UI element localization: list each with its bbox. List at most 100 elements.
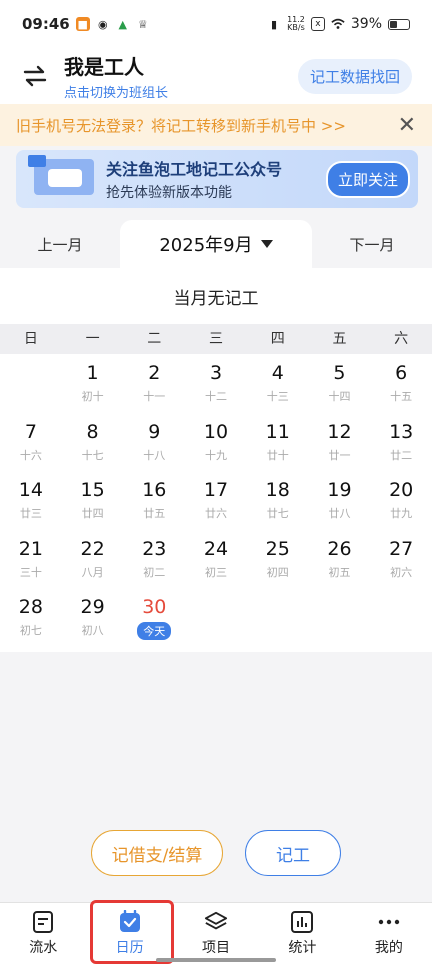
- net-speed: 11.2 KB/s: [287, 15, 305, 32]
- calendar-day[interactable]: 21 三十: [0, 536, 62, 589]
- tab-statistics[interactable]: 统计: [259, 903, 345, 964]
- tab-label: 日历: [115, 940, 144, 956]
- calendar-day[interactable]: 26 初五: [309, 536, 371, 589]
- lunar-date: 十二: [205, 390, 228, 403]
- lunar-date: 初六: [390, 565, 413, 579]
- calendar-day[interactable]: 13 廿二: [370, 419, 432, 472]
- calendar-day[interactable]: 4 十三: [247, 360, 309, 413]
- follow-now-button[interactable]: 立即关注: [325, 160, 410, 198]
- calendar-day[interactable]: 14 廿三: [0, 477, 62, 530]
- calendar-day[interactable]: 9 十八: [123, 419, 185, 472]
- calendar-day-today[interactable]: 30 今天: [123, 594, 185, 647]
- month-picker[interactable]: 2025年9月: [120, 220, 312, 268]
- day-number: 6: [395, 362, 408, 384]
- current-month: 2025年9月: [159, 235, 253, 256]
- calendar-day[interactable]: 27 初六: [370, 536, 432, 589]
- layers-icon: [204, 910, 228, 934]
- calendar-day[interactable]: 24 初三: [185, 536, 247, 589]
- calendar-day[interactable]: 25 初四: [247, 536, 309, 589]
- day-number: 7: [24, 420, 37, 443]
- weekday-thu: 四: [270, 331, 285, 347]
- calendar-day[interactable]: 11 廿十: [247, 419, 309, 472]
- day-number: 11: [265, 420, 290, 443]
- tab-projects[interactable]: 项目: [173, 903, 259, 964]
- tab-label: 统计: [288, 940, 317, 956]
- today-badge: 今天: [137, 622, 172, 641]
- data-recovery-button[interactable]: 记工数据找回: [297, 58, 412, 94]
- lunar-date: 廿一: [328, 448, 351, 462]
- calendar-day[interactable]: 5 十四: [309, 360, 371, 413]
- calendar-day[interactable]: 29 初八: [62, 594, 124, 647]
- calendar-day[interactable]: 20 廿九: [370, 477, 432, 530]
- banner-title: 关注鱼泡工地记工公众号: [106, 160, 283, 179]
- close-icon[interactable]: ✕: [398, 113, 416, 138]
- lunar-date: 初七: [19, 624, 42, 638]
- day-number: 24: [203, 537, 229, 560]
- calendar-day[interactable]: 2 十一: [123, 360, 185, 413]
- lunar-date: 十一: [143, 390, 166, 403]
- calendar-day[interactable]: 22 八月: [62, 536, 124, 589]
- prev-month-button[interactable]: 上一月: [0, 234, 120, 255]
- calendar-day[interactable]: 8 十七: [62, 419, 124, 472]
- day-number: 29: [80, 596, 105, 619]
- calendar-day[interactable]: 3 十二: [185, 360, 247, 413]
- lunar-date: 廿二: [390, 448, 413, 462]
- day-number: 10: [203, 420, 229, 443]
- calendar-day[interactable]: 17 廿六: [185, 477, 247, 530]
- lunar-date: 廿四: [81, 507, 104, 521]
- day-number: 20: [389, 479, 414, 502]
- switch-role-link[interactable]: 点击切换为班组长: [64, 82, 168, 101]
- wifi-icon: [331, 17, 345, 31]
- switch-role-icon[interactable]: [20, 61, 50, 91]
- app-notification-icon: ■: [75, 17, 90, 31]
- role-title: 我是工人: [64, 55, 144, 79]
- calendar-week-row: 21 三十 22 八月 23 初二 24 初三 25 初四 26 初五 27 初六: [0, 530, 432, 589]
- calendar-day[interactable]: 28 初七: [0, 594, 62, 647]
- home-indicator[interactable]: [156, 958, 276, 962]
- tab-flow[interactable]: 流水: [0, 903, 86, 964]
- tab-mine[interactable]: 我的: [346, 903, 432, 964]
- wechat-icon: ◉: [97, 17, 108, 31]
- calendar-empty-cell: [0, 360, 62, 413]
- calendar-day[interactable]: 15 廿四: [62, 477, 124, 530]
- role-switcher[interactable]: 我是工人 点击切换为班组长: [64, 51, 168, 101]
- calendar-day[interactable]: 12 廿一: [309, 419, 371, 472]
- lunar-date: 廿三: [19, 507, 42, 521]
- vibrate-icon: ▮: [271, 17, 278, 31]
- calendar-day[interactable]: 16 廿五: [123, 477, 185, 530]
- follow-banner[interactable]: 关注鱼泡工地记工公众号 抢先体验新版本功能 立即关注: [16, 150, 418, 208]
- day-number: 4: [271, 362, 284, 384]
- record-work-button[interactable]: 记工: [245, 830, 341, 876]
- lunar-date: 十八: [143, 448, 166, 462]
- lunar-date: 十四: [328, 390, 351, 403]
- next-month-button[interactable]: 下一月: [312, 234, 432, 255]
- calendar-day[interactable]: 23 初二: [123, 536, 185, 589]
- day-number: 18: [265, 479, 290, 502]
- lunar-date: 廿十: [266, 448, 289, 462]
- calendar-check-icon: [118, 910, 142, 934]
- action-buttons: 记借支/结算 记工: [0, 830, 432, 878]
- day-number: 2: [148, 362, 161, 384]
- calendar-day[interactable]: 7 十六: [0, 419, 62, 472]
- day-number: 13: [389, 420, 414, 443]
- tab-calendar[interactable]: 日历: [86, 903, 172, 964]
- day-number: 17: [203, 479, 229, 502]
- loan-settlement-button[interactable]: 记借支/结算: [91, 830, 223, 876]
- banner-subtitle: 抢先体验新版本功能: [106, 185, 232, 201]
- phone-transfer-notice[interactable]: 旧手机号无法登录？将记工转移到新手机号中 >> ✕: [0, 104, 432, 146]
- calendar-day[interactable]: 1 初十: [62, 360, 124, 413]
- calendar-day[interactable]: 6 十五: [370, 360, 432, 413]
- day-number: 3: [209, 362, 223, 384]
- lunar-date: 初五: [328, 565, 351, 579]
- calendar-day[interactable]: 19 廿八: [309, 477, 371, 530]
- calendar-day[interactable]: 10 十九: [185, 419, 247, 472]
- day-number: 21: [18, 537, 43, 560]
- notice-text[interactable]: 旧手机号无法登录？将记工转移到新手机号中 >>: [16, 115, 346, 136]
- lunar-date: 十三: [266, 390, 289, 403]
- lunar-date: 八月: [81, 565, 104, 579]
- battery-icon: [388, 18, 410, 30]
- tab-label: 流水: [29, 940, 58, 956]
- calendar-day[interactable]: 18 廿七: [247, 477, 309, 530]
- lunar-date: 初四: [266, 565, 289, 579]
- lunar-date: 十六: [19, 448, 42, 462]
